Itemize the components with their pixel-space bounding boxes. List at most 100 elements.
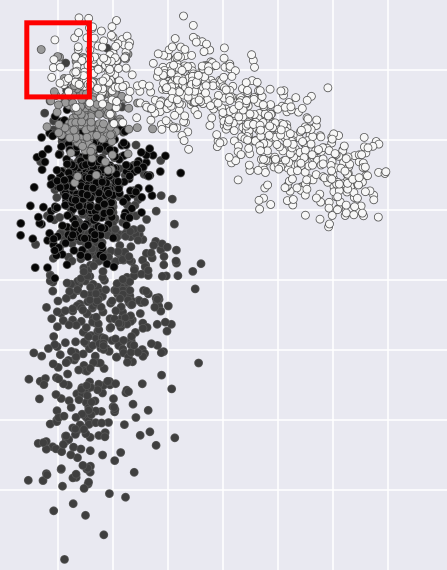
data-point-series-3 bbox=[65, 133, 75, 143]
data-point-series-4 bbox=[265, 84, 275, 94]
data-point-series-4 bbox=[93, 65, 103, 74]
data-point-series-2 bbox=[144, 184, 154, 194]
data-point-series-4 bbox=[118, 118, 128, 128]
data-point-series-4 bbox=[179, 11, 188, 21]
data-point-series-4 bbox=[74, 80, 84, 89]
data-point-series-1 bbox=[53, 322, 62, 332]
data-point-series-1 bbox=[129, 340, 139, 350]
data-point-series-1 bbox=[152, 319, 162, 329]
data-point-series-2 bbox=[97, 177, 107, 187]
data-point-series-4 bbox=[125, 87, 135, 96]
data-point-series-1 bbox=[157, 370, 167, 380]
data-point-series-1 bbox=[118, 274, 128, 284]
data-point-series-2 bbox=[95, 144, 105, 154]
data-point-series-1 bbox=[61, 431, 71, 441]
data-point-series-4 bbox=[184, 144, 194, 154]
data-point-series-3 bbox=[148, 124, 158, 134]
data-point-series-4 bbox=[354, 173, 364, 183]
data-point-series-1 bbox=[112, 352, 121, 362]
data-point-series-4 bbox=[273, 104, 283, 114]
data-point-series-4 bbox=[172, 95, 182, 105]
data-point-series-4 bbox=[333, 192, 343, 202]
data-point-series-4 bbox=[327, 166, 337, 176]
data-point-series-1 bbox=[23, 475, 33, 485]
data-point-series-4 bbox=[71, 67, 81, 77]
data-point-series-4 bbox=[357, 150, 367, 160]
data-point-series-1 bbox=[47, 314, 57, 324]
data-point-series-4 bbox=[296, 125, 306, 135]
data-point-series-4 bbox=[71, 103, 81, 112]
data-point-series-3 bbox=[54, 120, 64, 129]
data-point-series-1 bbox=[42, 470, 52, 480]
data-point-series-1 bbox=[61, 338, 70, 348]
data-point-series-4 bbox=[169, 60, 179, 70]
data-point-series-4 bbox=[73, 42, 83, 52]
data-point-series-1 bbox=[74, 365, 84, 375]
data-point-series-2 bbox=[160, 151, 170, 161]
data-point-series-4 bbox=[254, 195, 264, 205]
data-point-series-4 bbox=[291, 93, 301, 102]
data-point-series-1 bbox=[140, 297, 150, 307]
data-point-series-1 bbox=[40, 108, 50, 118]
data-point-series-4 bbox=[276, 125, 286, 135]
data-point-series-4 bbox=[221, 85, 231, 95]
data-point-series-1 bbox=[98, 450, 107, 460]
data-point-series-1 bbox=[55, 350, 65, 360]
data-point-series-4 bbox=[282, 138, 292, 148]
data-point-series-3 bbox=[54, 100, 63, 110]
data-point-series-1 bbox=[59, 440, 68, 449]
data-point-series-2 bbox=[125, 171, 135, 181]
data-point-series-4 bbox=[121, 63, 131, 73]
data-point-series-4 bbox=[148, 58, 158, 68]
data-point-series-4 bbox=[292, 183, 302, 193]
data-point-series-4 bbox=[308, 132, 318, 142]
data-point-series-1 bbox=[157, 271, 167, 281]
data-point-series-1 bbox=[70, 424, 80, 434]
data-point-series-2 bbox=[121, 160, 131, 170]
data-point-series-2 bbox=[71, 219, 80, 229]
data-point-series-1 bbox=[79, 483, 89, 493]
data-point-series-1 bbox=[101, 285, 111, 295]
data-point-series-4 bbox=[249, 94, 259, 104]
data-point-series-2 bbox=[62, 260, 72, 270]
data-point-series-2 bbox=[30, 263, 40, 273]
data-point-series-2 bbox=[52, 176, 62, 186]
data-point-series-4 bbox=[132, 113, 142, 123]
data-point-series-4 bbox=[244, 143, 254, 153]
data-point-series-4 bbox=[330, 149, 340, 159]
data-point-series-4 bbox=[187, 51, 197, 60]
data-point-series-1 bbox=[131, 413, 141, 422]
data-point-series-4 bbox=[112, 97, 121, 106]
data-point-series-3 bbox=[108, 150, 117, 160]
data-point-series-1 bbox=[107, 296, 117, 306]
data-point-series-2 bbox=[37, 133, 46, 142]
data-point-series-2 bbox=[43, 144, 53, 154]
data-point-series-4 bbox=[244, 160, 254, 170]
data-point-series-4 bbox=[242, 86, 252, 95]
data-point-series-1 bbox=[124, 387, 133, 397]
data-point-series-1 bbox=[167, 194, 177, 204]
data-point-series-1 bbox=[35, 394, 44, 404]
data-point-series-4 bbox=[233, 175, 243, 185]
data-point-series-1 bbox=[53, 296, 63, 306]
data-point-series-4 bbox=[211, 61, 221, 70]
data-point-series-2 bbox=[155, 167, 165, 176]
data-point-series-2 bbox=[122, 220, 131, 230]
data-point-series-1 bbox=[49, 332, 59, 341]
data-point-series-1 bbox=[171, 256, 181, 266]
data-point-series-4 bbox=[323, 83, 333, 93]
data-point-series-4 bbox=[177, 66, 187, 75]
data-point-series-4 bbox=[218, 108, 228, 117]
data-point-series-4 bbox=[180, 45, 190, 54]
data-point-series-4 bbox=[300, 210, 310, 220]
data-point-series-2 bbox=[54, 150, 64, 160]
data-point-series-4 bbox=[147, 104, 157, 113]
data-point-series-4 bbox=[167, 42, 177, 52]
data-point-series-1 bbox=[111, 306, 121, 316]
data-point-series-4 bbox=[318, 159, 328, 169]
data-point-series-2 bbox=[88, 183, 98, 193]
data-point-series-4 bbox=[311, 193, 321, 203]
data-point-series-4 bbox=[250, 62, 259, 72]
data-point-series-1 bbox=[99, 530, 109, 540]
data-point-series-4 bbox=[99, 53, 109, 63]
